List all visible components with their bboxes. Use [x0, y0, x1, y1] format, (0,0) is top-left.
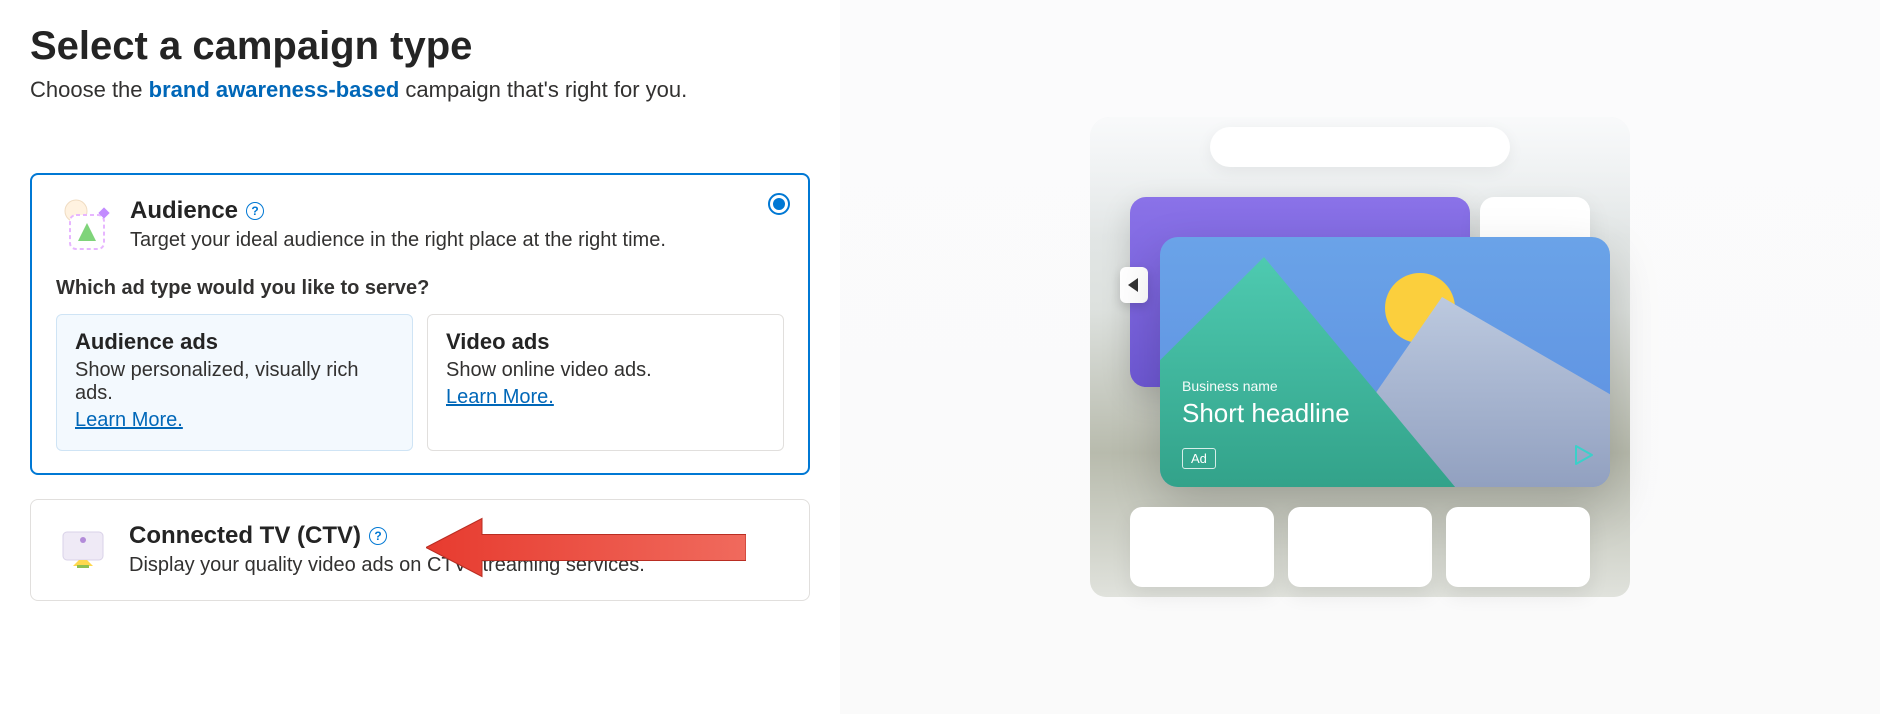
radio-selected-icon: [768, 193, 790, 215]
preview-card-placeholder: [1130, 507, 1274, 587]
learn-more-link[interactable]: Learn More.: [446, 386, 554, 409]
preview-business-name: Business name: [1182, 378, 1350, 394]
play-icon: [1572, 444, 1594, 471]
audience-title: Audience: [130, 197, 238, 225]
option-audience-ads-title: Audience ads: [75, 329, 394, 355]
subtitle-highlight: brand awareness-based: [149, 77, 400, 102]
option-video-ads-desc: Show online video ads.: [446, 359, 765, 382]
audience-icon: [56, 197, 112, 253]
ctv-icon: [55, 522, 111, 578]
preview-main-ad: Business name Short headline Ad: [1160, 237, 1610, 487]
option-audience-ads[interactable]: Audience ads Show personalized, visually…: [56, 314, 413, 451]
preview-bottom-cards: [1130, 507, 1590, 587]
ad-type-question: Which ad type would you like to serve?: [56, 277, 784, 300]
campaign-option-ctv[interactable]: Connected TV (CTV) ? Display your qualit…: [30, 499, 810, 601]
preview-search-bar: [1210, 127, 1510, 167]
ctv-title: Connected TV (CTV): [129, 522, 361, 550]
preview-nav-left-icon: [1120, 267, 1148, 303]
ad-preview: Business name Short headline Ad: [1080, 97, 1640, 617]
page-subtitle: Choose the brand awareness-based campaig…: [30, 77, 810, 103]
campaign-option-audience[interactable]: Audience ? Target your ideal audience in…: [30, 173, 810, 475]
learn-more-link[interactable]: Learn More.: [75, 409, 183, 432]
help-icon[interactable]: ?: [369, 527, 387, 545]
subtitle-suffix: campaign that's right for you.: [399, 77, 687, 102]
audience-desc: Target your ideal audience in the right …: [130, 229, 784, 252]
help-icon[interactable]: ?: [246, 202, 264, 220]
preview-headline: Short headline: [1182, 398, 1350, 429]
option-video-ads-title: Video ads: [446, 329, 765, 355]
option-audience-ads-desc: Show personalized, visually rich ads.: [75, 359, 394, 405]
ctv-desc: Display your quality video ads on CTV st…: [129, 554, 785, 577]
option-video-ads[interactable]: Video ads Show online video ads. Learn M…: [427, 314, 784, 451]
preview-card-placeholder: [1288, 507, 1432, 587]
subtitle-prefix: Choose the: [30, 77, 149, 102]
preview-card-placeholder: [1446, 507, 1590, 587]
page-title: Select a campaign type: [30, 24, 810, 69]
ad-badge: Ad: [1182, 448, 1216, 469]
